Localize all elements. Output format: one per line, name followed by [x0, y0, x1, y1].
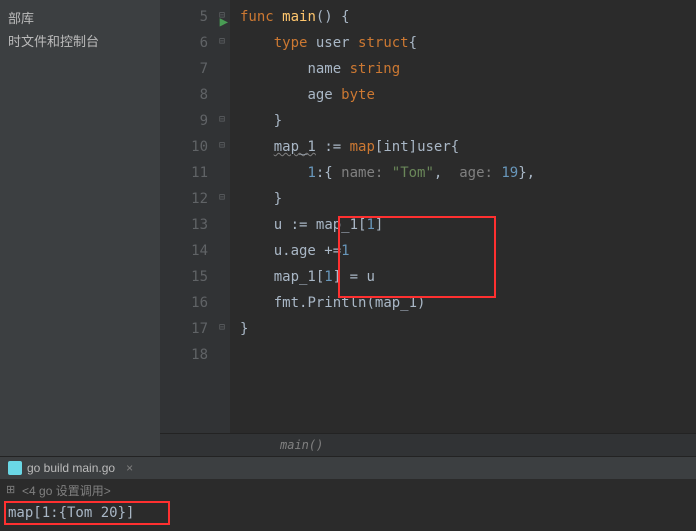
code-line-13[interactable]: u := map_1[1]: [230, 212, 696, 238]
code-line-10[interactable]: ⊟ map_1 := map[int]user{: [230, 134, 696, 160]
code-line-14[interactable]: u.age +=1: [230, 238, 696, 264]
code-line-6[interactable]: ⊟ type user struct{: [230, 30, 696, 56]
fold-icon[interactable]: ⊟: [216, 140, 228, 152]
gutter-line-8[interactable]: 8: [160, 82, 230, 108]
code-line-5[interactable]: ⊟func main() {: [230, 4, 696, 30]
go-icon: [8, 461, 22, 475]
fold-icon[interactable]: ⊟: [216, 10, 228, 22]
code-line-12[interactable]: ⊟ }: [230, 186, 696, 212]
fold-icon[interactable]: ⊟: [216, 36, 228, 48]
gutter-line-16[interactable]: 16: [160, 290, 230, 316]
terminal-subheader[interactable]: <4 go 设置调用>: [0, 479, 696, 502]
sidebar-item-scratch[interactable]: 时文件和控制台: [0, 29, 160, 52]
code-line-11[interactable]: 1:{ name: "Tom", age: 19},: [230, 160, 696, 186]
terminal-panel: go build main.go × <4 go 设置调用> map[1:{To…: [0, 456, 696, 531]
fold-icon[interactable]: ⊟: [216, 322, 228, 334]
breadcrumb[interactable]: main(): [160, 433, 696, 456]
code-line-7[interactable]: name string: [230, 56, 696, 82]
gutter-line-15[interactable]: 15: [160, 264, 230, 290]
fold-icon[interactable]: ⊟: [216, 114, 228, 126]
close-icon[interactable]: ×: [126, 461, 133, 475]
gutter-line-18[interactable]: 18: [160, 342, 230, 368]
project-sidebar[interactable]: 部库 时文件和控制台: [0, 0, 160, 456]
fold-icon[interactable]: ⊟: [216, 192, 228, 204]
gutter-line-14[interactable]: 14: [160, 238, 230, 264]
code-editor[interactable]: ⊟func main() { ⊟ type user struct{ name …: [230, 0, 696, 433]
code-line-8[interactable]: age byte: [230, 82, 696, 108]
grid-icon: [6, 486, 16, 496]
gutter-line-13[interactable]: 13: [160, 212, 230, 238]
gutter-line-11[interactable]: 11: [160, 160, 230, 186]
gutter[interactable]: 5 ▶ 6 7 8 9 10 11 12 13 14 15 16 17 18: [160, 0, 230, 433]
code-line-18[interactable]: [230, 342, 696, 368]
terminal-tab-label: go build main.go: [27, 461, 115, 475]
terminal-output[interactable]: map[1:{Tom 20}]: [0, 502, 696, 531]
gutter-line-7[interactable]: 7: [160, 56, 230, 82]
terminal-tab-bar: go build main.go ×: [0, 456, 696, 479]
code-line-15[interactable]: map_1[1] = u: [230, 264, 696, 290]
sidebar-item-lib[interactable]: 部库: [0, 6, 160, 29]
code-line-17[interactable]: ⊟}: [230, 316, 696, 342]
editor-area: 5 ▶ 6 7 8 9 10 11 12 13 14 15 16 17 18 ⊟…: [160, 0, 696, 456]
code-line-9[interactable]: ⊟ }: [230, 108, 696, 134]
code-line-16[interactable]: fmt.Println(map_1): [230, 290, 696, 316]
terminal-tab[interactable]: go build main.go ×: [8, 461, 133, 475]
